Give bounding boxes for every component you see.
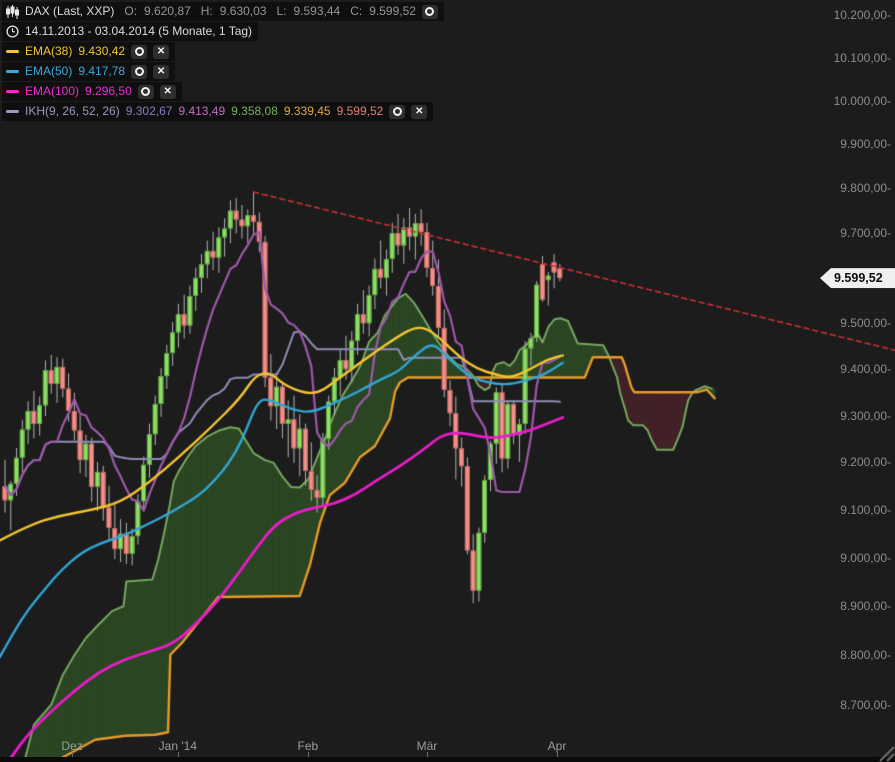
y-axis-label: 9.900,00- — [840, 137, 891, 151]
low-value: 9.593,44 — [294, 4, 341, 19]
y-axis-label: 9.200,00- — [840, 455, 891, 469]
visibility-toggle-button[interactable] — [389, 105, 405, 119]
x-axis-label: Mär — [417, 739, 438, 753]
indicator-name: EMA(38) — [25, 44, 72, 59]
close-icon: ✕ — [157, 67, 165, 77]
remove-indicator-button[interactable]: ✕ — [153, 65, 169, 79]
y-axis-label: 10.100,00- — [834, 51, 891, 65]
close-icon: ✕ — [157, 47, 165, 57]
resize-grip-icon[interactable] — [877, 744, 895, 762]
indicator-value: 9.430,42 — [78, 44, 125, 59]
indicator-row-ema38: EMA(38) 9.430,42 ✕ — [2, 42, 175, 61]
y-axis-label: 8.700,00- — [840, 698, 891, 712]
eye-icon — [135, 47, 144, 56]
date-range-text: 14.11.2013 - 03.04.2014 (5 Monate, 1 Tag… — [25, 24, 252, 39]
eye-icon — [425, 7, 434, 16]
line-swatch-icon — [6, 90, 19, 93]
y-axis-label: 8.800,00- — [840, 648, 891, 662]
eye-icon — [141, 87, 150, 96]
remove-indicator-button[interactable]: ✕ — [411, 105, 427, 119]
visibility-toggle-button[interactable] — [131, 65, 147, 79]
indicator-row-ikh: IKH(9, 26, 52, 26) 9.302,67 9.413,49 9.3… — [2, 102, 433, 121]
indicator-row-ema50: EMA(50) 9.417,78 ✕ — [2, 62, 175, 81]
date-range-row: 14.11.2013 - 03.04.2014 (5 Monate, 1 Tag… — [2, 22, 258, 41]
high-value: 9.630,03 — [220, 4, 267, 19]
x-axis-label: Apr — [548, 739, 567, 753]
close-icon: ✕ — [415, 107, 423, 117]
line-swatch-icon — [6, 50, 19, 53]
close-label: C: — [350, 4, 362, 19]
indicator-name: IKH(9, 26, 52, 26) — [25, 104, 120, 119]
indicator-name: EMA(100) — [25, 84, 79, 99]
eye-icon — [393, 107, 402, 116]
clock-icon — [6, 25, 19, 38]
visibility-toggle-button[interactable] — [131, 45, 147, 59]
y-axis-label: 9.400,00- — [840, 362, 891, 376]
line-swatch-icon — [6, 70, 19, 73]
y-axis-label: 8.900,00- — [840, 599, 891, 613]
instrument-row: DAX (Last, XXP) O: 9.620,87 H: 9.630,03 … — [2, 2, 444, 21]
visibility-toggle-button[interactable] — [138, 85, 154, 99]
visibility-toggle-button[interactable] — [422, 5, 438, 19]
candlestick-icon — [6, 5, 19, 19]
indicator-name: EMA(50) — [25, 64, 72, 79]
low-label: L: — [276, 4, 286, 19]
chart-legend: DAX (Last, XXP) O: 9.620,87 H: 9.630,03 … — [2, 2, 444, 122]
y-axis-label: 9.100,00- — [840, 503, 891, 517]
close-value: 9.599,52 — [369, 4, 416, 19]
line-swatch-icon — [6, 110, 19, 113]
ikh-kijun-value: 9.302,67 — [126, 104, 173, 119]
indicator-value: 9.417,78 — [78, 64, 125, 79]
remove-indicator-button[interactable]: ✕ — [153, 45, 169, 59]
indicator-row-ema100: EMA(100) 9.296,50 ✕ — [2, 82, 182, 101]
eye-icon — [135, 67, 144, 76]
chart-window: DAX (Last, XXP) O: 9.620,87 H: 9.630,03 … — [0, 0, 895, 762]
y-axis-label: 10.000,00- — [834, 94, 891, 108]
remove-indicator-button[interactable]: ✕ — [160, 85, 176, 99]
y-axis-label: 9.000,00- — [840, 551, 891, 565]
indicator-value: 9.296,50 — [85, 84, 132, 99]
ikh-senkou-a-value: 9.358,08 — [231, 104, 278, 119]
open-label: O: — [124, 4, 137, 19]
high-label: H: — [201, 4, 213, 19]
x-axis-label: Dez — [61, 739, 82, 753]
ikh-tenkan-value: 9.413,49 — [178, 104, 225, 119]
ikh-senkou-b-value: 9.339,45 — [284, 104, 331, 119]
instrument-title: DAX (Last, XXP) — [25, 4, 114, 19]
y-axis-label: 10.200,00- — [834, 8, 891, 22]
y-axis-label: 9.300,00- — [840, 409, 891, 423]
ikh-chikou-value: 9.599,52 — [337, 104, 384, 119]
x-axis-label: Jan '14 — [159, 739, 197, 753]
last-price-badge: 9.599,52 — [820, 268, 895, 288]
close-icon: ✕ — [164, 87, 172, 97]
open-value: 9.620,87 — [144, 4, 191, 19]
y-axis-label: 9.700,00- — [840, 226, 891, 240]
y-axis-label: 9.800,00- — [840, 181, 891, 195]
bottom-scroll-bar[interactable] — [0, 757, 895, 762]
x-axis-label: Feb — [298, 739, 319, 753]
y-axis-label: 9.500,00- — [840, 316, 891, 330]
